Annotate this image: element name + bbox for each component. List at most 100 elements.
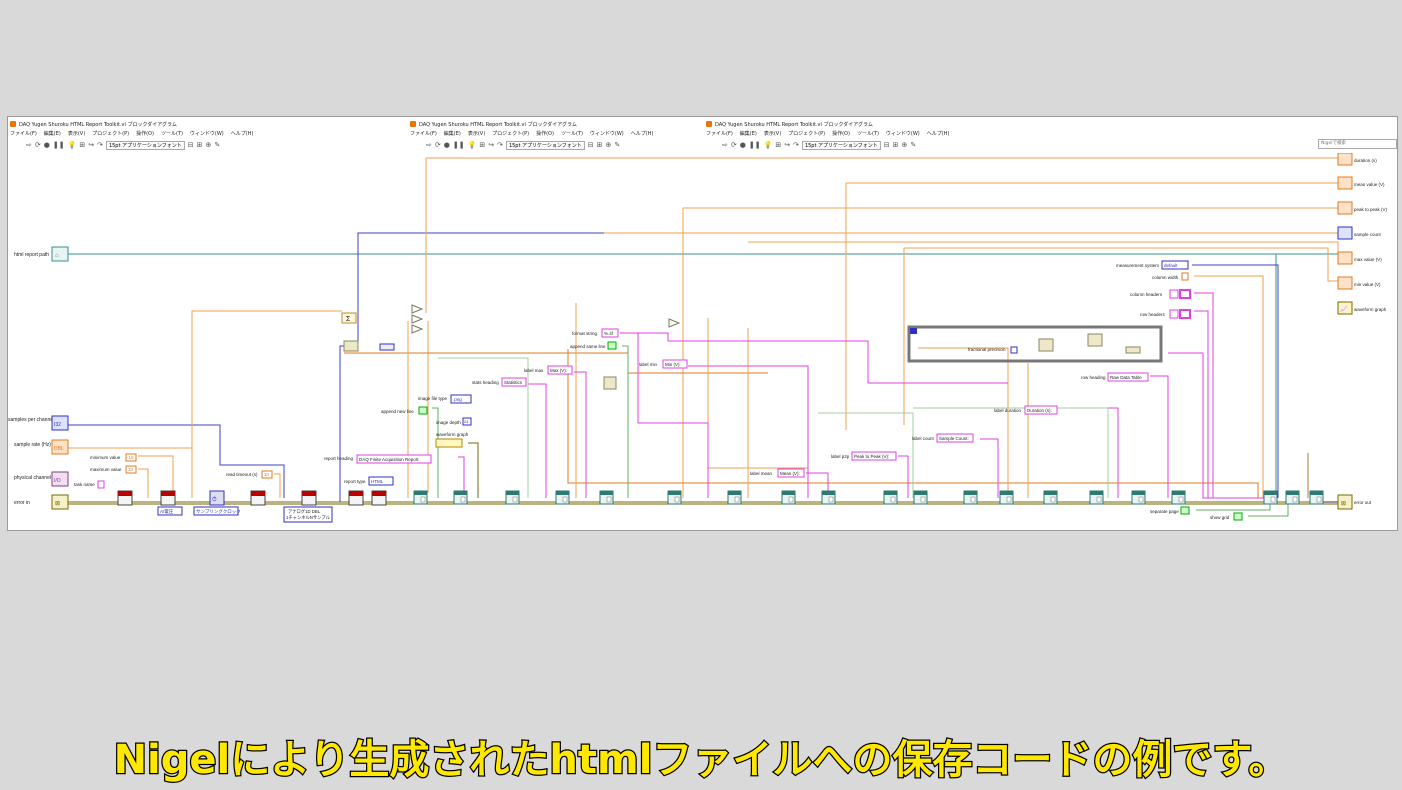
pause-icon[interactable]: ❚❚: [749, 142, 761, 149]
label-mean-const[interactable]: label mean Mean (V):: [750, 468, 805, 478]
cleanup-icon[interactable]: ✎: [614, 142, 620, 149]
image-depth-const[interactable]: image depth 24: [436, 417, 472, 426]
cleanup-icon[interactable]: ✎: [910, 142, 916, 149]
report-subvi-node[interactable]: [1285, 490, 1300, 505]
menu-view[interactable]: 表示(V): [68, 130, 85, 139]
menu-edit[interactable]: 編集(E): [740, 130, 757, 139]
report-subvi-node[interactable]: [913, 490, 928, 505]
menu-tools[interactable]: ツール(T): [561, 130, 583, 139]
error-in-terminal[interactable]: error in ⊠: [14, 494, 69, 510]
run-continuous-icon[interactable]: ⟳: [731, 142, 737, 149]
menu-file[interactable]: ファイル(F): [410, 130, 437, 139]
retain-wire-icon[interactable]: ⊞: [79, 142, 85, 149]
read-timeout-const[interactable]: read timeout (s) 10: [226, 470, 273, 479]
menu-help[interactable]: ヘルプ(H): [231, 130, 254, 139]
stats-heading-const[interactable]: stats heading Statistics: [472, 377, 527, 387]
row-heading-const[interactable]: row heading Raw Data Table: [1081, 372, 1149, 382]
step-over-icon[interactable]: ↷: [97, 142, 103, 149]
ai-voltage-selector[interactable]: AI電圧: [157, 506, 183, 516]
step-over-icon[interactable]: ↷: [497, 142, 503, 149]
column-headers-const[interactable]: column headers: [1130, 289, 1191, 299]
run-continuous-icon[interactable]: ⟳: [435, 142, 441, 149]
format-string-const[interactable]: format string %.4f: [572, 328, 619, 338]
report-subvi-node[interactable]: [1309, 490, 1324, 505]
font-select[interactable]: 15pt アプリケーションフォント: [105, 141, 185, 150]
menu-view[interactable]: 表示(V): [764, 130, 781, 139]
sample-rate-terminal[interactable]: sample rate (Hz) DBL: [14, 439, 69, 455]
menu-help[interactable]: ヘルプ(H): [631, 130, 654, 139]
sum-node[interactable]: Σ: [341, 312, 357, 324]
report-subvi-node[interactable]: [599, 490, 614, 505]
report-subvi-node[interactable]: [413, 490, 428, 505]
report-subvi-node[interactable]: [453, 490, 468, 505]
distribute-icon[interactable]: ⊞: [893, 142, 899, 149]
daqmx-create-channel-2-node[interactable]: [160, 490, 176, 506]
minimum-value-const[interactable]: minimum value -10: [90, 453, 137, 462]
measurement-system-const[interactable]: measurement system default: [1116, 260, 1189, 270]
report-subvi-node[interactable]: [1131, 490, 1146, 505]
font-select[interactable]: 15pt アプリケーションフォント: [505, 141, 585, 150]
abort-icon[interactable]: ●: [740, 142, 746, 149]
append-new-low-const[interactable]: append new line: [381, 406, 428, 415]
for-loop-structure[interactable]: fractional precision: [907, 325, 1163, 363]
pause-icon[interactable]: ❚❚: [453, 142, 465, 149]
menu-file[interactable]: ファイル(F): [706, 130, 733, 139]
label-duration-const[interactable]: label duration Duration (s):: [994, 405, 1058, 415]
menu-window[interactable]: ウィンドウ(W): [590, 130, 624, 139]
menu-help[interactable]: ヘルプ(H): [927, 130, 950, 139]
step-into-icon[interactable]: ↪: [488, 142, 494, 149]
menu-view[interactable]: 表示(V): [468, 130, 485, 139]
report-subvi-node[interactable]: [1263, 490, 1278, 505]
retain-wire-icon[interactable]: ⊞: [775, 142, 781, 149]
report-subvi-node[interactable]: [883, 490, 898, 505]
run-arrow-icon[interactable]: ⇨: [426, 142, 432, 149]
reorder-icon[interactable]: ⊕: [902, 142, 908, 149]
distribute-icon[interactable]: ⊞: [597, 142, 603, 149]
report-subvi-node[interactable]: [963, 490, 978, 505]
report-subvi-node[interactable]: [505, 490, 520, 505]
report-type-const[interactable]: report type HTML: [344, 476, 394, 486]
label-max-const[interactable]: label max Max (V):: [524, 365, 573, 375]
align-icon[interactable]: ⊟: [588, 142, 594, 149]
samples-per-channel-terminal[interactable]: samples per channel I32: [8, 415, 69, 431]
show-grid-const[interactable]: show grid: [1210, 512, 1243, 521]
row-headers-const[interactable]: row headers: [1140, 309, 1191, 319]
menu-tools[interactable]: ツール(T): [857, 130, 879, 139]
menu-operate[interactable]: 操作(O): [536, 130, 554, 139]
menu-project[interactable]: プロジェクト(P): [492, 130, 529, 139]
append-same-line-const[interactable]: append same line: [570, 341, 617, 350]
menu-file[interactable]: ファイル(F): [10, 130, 37, 139]
reorder-icon[interactable]: ⊕: [606, 142, 612, 149]
menu-edit[interactable]: 編集(E): [444, 130, 461, 139]
divide-node[interactable]: [411, 304, 681, 334]
report-subvi-node[interactable]: [555, 490, 570, 505]
label-p2p-const[interactable]: label p2p Peak to Peak (V):: [831, 451, 897, 461]
font-select[interactable]: 15pt アプリケーションフォント: [801, 141, 881, 150]
daqmx-read-node[interactable]: [301, 490, 317, 506]
align-icon[interactable]: ⊟: [884, 142, 890, 149]
daqmx-clear-node[interactable]: [371, 490, 387, 506]
report-subvi-node[interactable]: [781, 490, 796, 505]
analog-1d-selector[interactable]: アナログ1D DBL 1チャンネルNサンプル: [283, 506, 333, 523]
separate-page-const[interactable]: separate page: [1150, 506, 1190, 515]
highlight-icon[interactable]: 💡: [468, 142, 477, 149]
report-subvi-node[interactable]: [1089, 490, 1104, 505]
image-file-type-const[interactable]: image file type .png: [418, 394, 472, 404]
menu-project[interactable]: プロジェクト(P): [788, 130, 825, 139]
pause-icon[interactable]: ❚❚: [53, 142, 65, 149]
menu-operate[interactable]: 操作(O): [832, 130, 850, 139]
highlight-icon[interactable]: 💡: [764, 142, 773, 149]
report-subvi-node[interactable]: [1171, 490, 1186, 505]
search-input[interactable]: Nigelで検索: [1318, 139, 1397, 149]
label-count-const[interactable]: label count Sample Count:: [912, 433, 974, 443]
run-arrow-icon[interactable]: ⇨: [26, 142, 32, 149]
report-subvi-node[interactable]: [1043, 490, 1058, 505]
menu-edit[interactable]: 編集(E): [44, 130, 61, 139]
sample-clock-selector[interactable]: サンプリングクロック: [193, 506, 241, 516]
daqmx-create-channel-node[interactable]: [117, 490, 133, 506]
cleanup-icon[interactable]: ✎: [214, 142, 220, 149]
menu-operate[interactable]: 操作(O): [136, 130, 154, 139]
report-subvi-node[interactable]: [821, 490, 836, 505]
run-arrow-icon[interactable]: ⇨: [722, 142, 728, 149]
step-into-icon[interactable]: ↪: [88, 142, 94, 149]
